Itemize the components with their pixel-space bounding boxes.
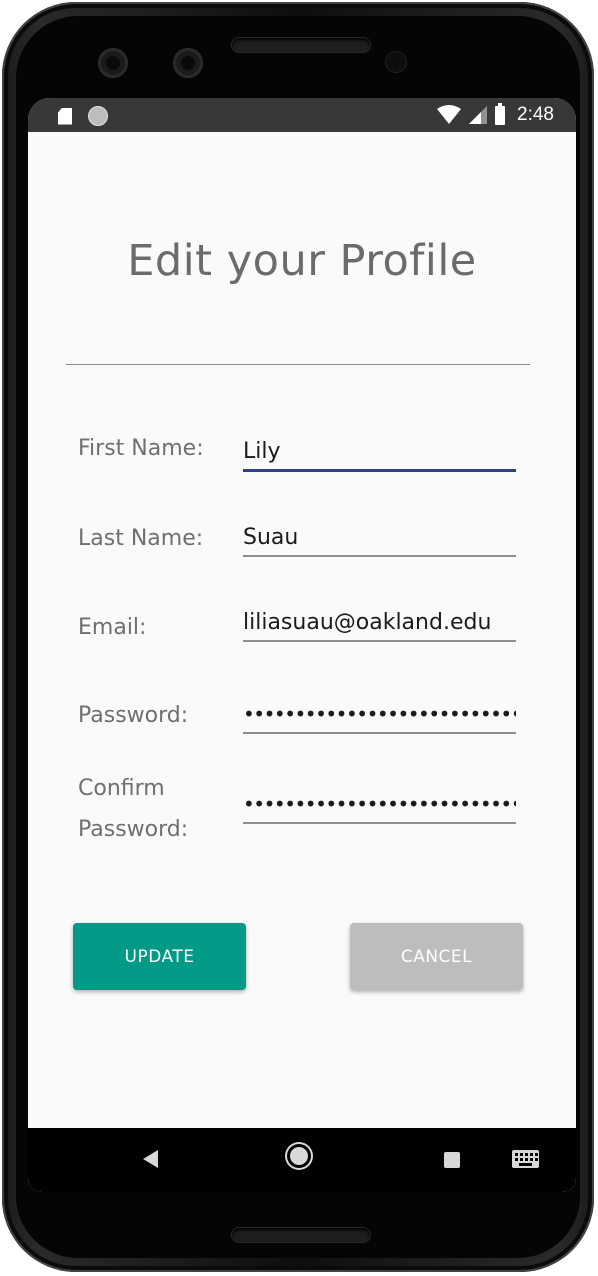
password-field[interactable] (243, 696, 516, 734)
cancel-button[interactable]: CANCEL (350, 923, 523, 990)
proximity-sensor (386, 52, 406, 72)
front-camera-icon (174, 49, 202, 77)
last-name-label: Last Name: (78, 526, 204, 551)
page-title: Edit your Profile (127, 236, 477, 286)
password-input[interactable] (243, 696, 516, 732)
update-button[interactable]: UPDATE (73, 923, 246, 990)
first-name-label: First Name: (78, 436, 204, 461)
keyboard-icon[interactable] (512, 1150, 539, 1168)
last-name-input[interactable] (243, 519, 516, 555)
app-screen: 2:48 Edit your Profile First Name: Last … (28, 98, 576, 1192)
sd-card-icon (58, 107, 72, 125)
status-time: 2:48 (517, 104, 554, 125)
email-field[interactable] (243, 604, 516, 642)
confirm-password-label-line2: Password: (78, 817, 189, 842)
password-label: Password: (78, 703, 189, 728)
first-name-field[interactable] (243, 433, 516, 472)
battery-icon (495, 102, 506, 125)
home-icon[interactable] (290, 1147, 308, 1165)
cell-signal-icon (469, 105, 488, 125)
recents-icon[interactable] (444, 1152, 460, 1168)
circle-notification-icon (88, 106, 108, 126)
front-camera-icon (99, 49, 127, 77)
confirm-password-label-line1: Confirm (78, 776, 165, 801)
confirm-password-field[interactable] (243, 786, 516, 824)
status-right-icons: 2:48 (437, 102, 554, 126)
back-icon[interactable] (143, 1150, 158, 1168)
earpiece-speaker (232, 38, 370, 52)
navigation-bar (28, 1128, 576, 1192)
email-input[interactable] (243, 604, 516, 640)
confirm-password-input[interactable] (243, 786, 516, 822)
status-bar: 2:48 (28, 98, 576, 132)
email-label: Email: (78, 615, 147, 640)
status-left-icons (58, 106, 108, 126)
wifi-icon (437, 105, 462, 125)
bottom-speaker (232, 1228, 370, 1242)
last-name-field[interactable] (243, 519, 516, 557)
first-name-input[interactable] (243, 433, 516, 469)
title-divider (66, 364, 530, 365)
